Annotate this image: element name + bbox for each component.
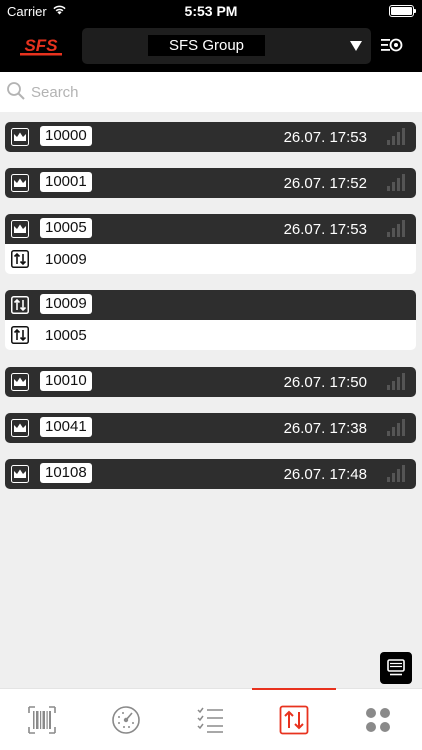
company-name: SFS Group: [148, 35, 265, 56]
item-number: 10108: [40, 463, 92, 483]
crown-icon: [11, 419, 29, 437]
tab-dashboard[interactable]: [84, 689, 168, 750]
company-selector[interactable]: SFS Group: [82, 28, 371, 64]
clock: 5:53 PM: [184, 3, 238, 19]
keyboard-button[interactable]: [380, 652, 412, 684]
search-input[interactable]: [31, 81, 401, 103]
tab-bar: [0, 688, 422, 750]
signal-bars-icon: [387, 373, 405, 390]
signal-bars-icon: [387, 220, 405, 237]
list-item[interactable]: 10009 10005: [5, 290, 416, 350]
item-number: 10005: [40, 218, 92, 238]
transfer-icon: [11, 296, 29, 314]
item-number: 10000: [40, 126, 92, 146]
list-item[interactable]: 10010 26.07. 17:50: [5, 367, 416, 397]
item-number: 10001: [40, 172, 92, 192]
crown-icon: [11, 373, 29, 391]
crown-icon: [11, 465, 29, 483]
caret-down-icon: [350, 41, 362, 51]
crown-icon: [11, 220, 29, 238]
child-number: 10009: [45, 251, 87, 268]
checklist-icon: [197, 707, 223, 733]
signal-bars-icon: [387, 174, 405, 191]
transfer-icon: [11, 250, 29, 268]
item-timestamp: 26.07. 17:48: [283, 466, 367, 483]
keyboard-icon: [387, 659, 405, 676]
list-item[interactable]: 10000 26.07. 17:53: [5, 122, 416, 152]
item-number: 10041: [40, 417, 92, 437]
item-number: 10009: [40, 294, 92, 314]
tab-more[interactable]: [336, 689, 420, 750]
search-bar: [0, 72, 422, 112]
crown-icon: [11, 128, 29, 146]
transfer-icon: [11, 326, 29, 344]
grid-dots-icon: [366, 708, 390, 732]
crown-icon: [11, 174, 29, 192]
transfer-icon: [279, 705, 309, 735]
search-icon: [7, 82, 25, 100]
list-item[interactable]: 10041 26.07. 17:38: [5, 413, 416, 443]
list-item[interactable]: 10005 26.07. 17:53 10009: [5, 214, 416, 274]
tab-transfer[interactable]: [252, 688, 336, 750]
child-row[interactable]: 10005: [5, 320, 416, 350]
signal-bars-icon: [387, 465, 405, 482]
list-item[interactable]: 10108 26.07. 17:48: [5, 459, 416, 489]
item-timestamp: 26.07. 17:52: [283, 175, 367, 192]
gauge-icon: [112, 706, 140, 734]
child-number: 10005: [45, 327, 87, 344]
sfs-logo: SFS: [20, 36, 62, 56]
battery-icon: [389, 5, 416, 17]
list-item[interactable]: 10001 26.07. 17:52: [5, 168, 416, 198]
item-number: 10010: [40, 371, 92, 391]
signal-bars-icon: [387, 128, 405, 145]
tab-checklist[interactable]: [168, 689, 252, 750]
svg-text:SFS: SFS: [24, 36, 58, 55]
item-timestamp: 26.07. 17:53: [283, 221, 367, 238]
child-row[interactable]: 10009: [5, 244, 416, 274]
item-timestamp: 26.07. 17:53: [283, 129, 367, 146]
item-timestamp: 26.07. 17:50: [283, 374, 367, 391]
signal-bars-icon: [387, 419, 405, 436]
item-timestamp: 26.07. 17:38: [283, 420, 367, 437]
app-header: Carrier 5:53 PM SFS SFS Group: [0, 0, 422, 72]
status-bar: Carrier 5:53 PM: [0, 0, 422, 22]
barcode-icon: [28, 706, 56, 734]
tab-barcode[interactable]: [0, 689, 84, 750]
scanner-settings-icon[interactable]: [380, 36, 404, 54]
